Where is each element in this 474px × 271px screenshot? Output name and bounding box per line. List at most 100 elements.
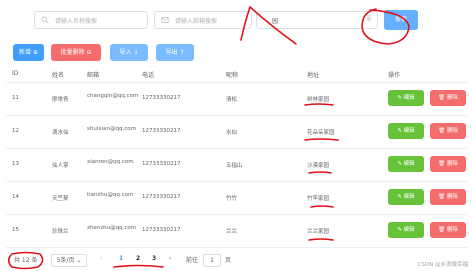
- chevron-down-icon: ⌄: [76, 257, 82, 264]
- message-icon: [161, 17, 169, 23]
- edit-button[interactable]: ✎ 编辑: [388, 189, 424, 205]
- table-row: 14 天竺葵 tianzhu@qq.com 12733330217 竹竹 竹竿家园 ✎ 编辑…: [6, 182, 468, 215]
- table-header: ID 姓名 邮箱 电话 昵称 地址 操作: [6, 66, 468, 83]
- search-icon: [41, 16, 49, 24]
- cell-id: 11: [12, 95, 19, 101]
- name-search-placeholder: 请输入名称搜索: [55, 18, 98, 25]
- toolbar: 新增 ⊕ 批量删除 ⊖ 导入 ↓ 导出 ↑: [0, 44, 474, 62]
- page-number-1[interactable]: 1: [119, 255, 123, 262]
- header-id: ID: [12, 70, 19, 77]
- delete-button[interactable]: 🗑 删除: [430, 222, 466, 238]
- batch-delete-button[interactable]: 批量删除 ⊖: [51, 44, 101, 61]
- export-label: 导出: [165, 49, 178, 56]
- minus-circle-icon: ⊖: [86, 49, 92, 56]
- trash-icon: 🗑: [438, 227, 446, 233]
- trash-icon: 🗑: [438, 194, 446, 200]
- cell-address: 竹竿家园: [307, 196, 330, 202]
- edit-button[interactable]: ✎ 编辑: [388, 156, 424, 172]
- table-body: 11 廖常青 changqin@qq.com 12733330217 清松 树林家园 ✎ 编…: [6, 83, 468, 248]
- export-button[interactable]: 导出 ↑: [156, 44, 194, 61]
- delete-label: 删除: [446, 128, 458, 134]
- page-number-3[interactable]: 3: [152, 255, 156, 262]
- edit-label: 编辑: [403, 161, 415, 167]
- cell-nickname: 兰兰: [226, 229, 238, 235]
- page-size-select[interactable]: 5条/页 ⌄: [51, 254, 87, 267]
- edit-label: 编辑: [403, 95, 415, 101]
- cell-phone: 12733330217: [142, 128, 181, 134]
- header-phone: 电话: [142, 72, 155, 79]
- header-email: 邮箱: [87, 72, 100, 79]
- table-row: 15 珍珠兰 zhenzhu@qq.com 12733330217 兰兰 兰兰家园 ✎ 编辑…: [6, 215, 468, 248]
- cell-nickname: 清松: [226, 97, 238, 103]
- delete-label: 删除: [446, 227, 458, 233]
- edit-button[interactable]: ✎ 编辑: [388, 90, 424, 106]
- cell-email: zhenzhu@qq.com: [87, 225, 137, 231]
- table-row: 11 廖常青 changqin@qq.com 12733330217 清松 树林家园 ✎ 编…: [6, 83, 468, 116]
- add-button[interactable]: 新增 ⊕: [13, 44, 44, 61]
- goto-page-input[interactable]: 1: [203, 254, 221, 267]
- edit-icon: ✎: [397, 128, 402, 134]
- email-search-placeholder: 请输入邮箱搜索: [175, 18, 218, 25]
- prev-page-button[interactable]: ‹: [100, 255, 102, 262]
- cell-address: 花朵朵家园: [307, 130, 335, 136]
- page-size-value: 5条/页: [56, 257, 75, 264]
- address-search-input[interactable]: 园 ⊗: [256, 11, 378, 29]
- cell-name: 廖常青: [52, 97, 69, 103]
- trash-icon: 🗑: [438, 128, 446, 134]
- edit-label: 编辑: [403, 194, 415, 200]
- batch-delete-label: 批量删除: [60, 49, 85, 56]
- delete-label: 删除: [446, 95, 458, 101]
- cell-email: tianzhu@qq.com: [87, 192, 134, 198]
- cell-name: 滴水仙: [52, 130, 69, 136]
- delete-button[interactable]: 🗑 删除: [430, 123, 466, 139]
- cell-nickname: 五指山: [226, 163, 243, 169]
- arrow-up-icon: ↑: [179, 49, 185, 56]
- cell-address: 树林家园: [307, 97, 330, 103]
- trash-icon: 🗑: [438, 95, 446, 101]
- delete-button[interactable]: 🗑 删除: [430, 189, 466, 205]
- cell-phone: 12733330217: [142, 161, 181, 167]
- edit-icon: ✎: [397, 161, 402, 167]
- cell-email: xianren@qq.com: [87, 159, 134, 165]
- header-actions: 操作: [388, 72, 401, 79]
- cell-phone: 12733330217: [142, 227, 181, 233]
- edit-icon: ✎: [397, 95, 402, 101]
- arrow-down-icon: ↓: [133, 49, 139, 56]
- cell-id: 13: [12, 161, 19, 167]
- name-search-input[interactable]: 请输入名称搜索: [34, 11, 148, 29]
- clear-icon[interactable]: ⊗: [366, 15, 372, 23]
- trash-icon: 🗑: [438, 161, 446, 167]
- edit-label: 编辑: [403, 227, 415, 233]
- search-bar: 请输入名称搜索 请输入邮箱搜索 园 ⊗ 搜索: [20, 9, 460, 31]
- plus-circle-icon: ⊕: [32, 49, 38, 56]
- edit-button[interactable]: ✎ 编辑: [388, 222, 424, 238]
- import-label: 导入: [119, 49, 132, 56]
- goto-label: 前往: [186, 257, 199, 264]
- delete-label: 删除: [446, 194, 458, 200]
- cell-id: 15: [12, 227, 19, 233]
- goto-page-value: 1: [210, 257, 214, 264]
- user-table: ID 姓名 邮箱 电话 昵称 地址 操作 11 廖常青 changqin@qq.co…: [6, 66, 468, 248]
- table-row: 12 滴水仙 shuixian@qq.com 12733330217 水仙 花朵朵家园 ✎ …: [6, 116, 468, 149]
- delete-button[interactable]: 🗑 删除: [430, 90, 466, 106]
- search-button[interactable]: 搜索: [384, 10, 418, 30]
- header-name: 姓名: [52, 72, 65, 79]
- total-count: 共 12 条: [14, 257, 38, 264]
- page-number-2[interactable]: 2: [136, 255, 140, 262]
- edit-button[interactable]: ✎ 编辑: [388, 123, 424, 139]
- cell-nickname: 竹竹: [226, 196, 238, 202]
- email-search-input[interactable]: 请输入邮箱搜索: [154, 11, 252, 29]
- edit-icon: ✎: [397, 227, 402, 233]
- cell-address: 兰兰家园: [307, 229, 330, 235]
- add-button-label: 新增: [19, 49, 32, 56]
- cell-name: 仙人掌: [52, 163, 69, 169]
- table-row: 13 仙人掌 xianren@qq.com 12733330217 五指山 沙漠家园 ✎ 编…: [6, 149, 468, 182]
- cell-phone: 12733330217: [142, 95, 181, 101]
- watermark: CSDN @乡浪微幸福: [417, 262, 468, 268]
- header-address: 地址: [307, 72, 320, 79]
- import-button[interactable]: 导入 ↓: [110, 44, 148, 61]
- delete-button[interactable]: 🗑 删除: [430, 156, 466, 172]
- cell-email: shuixian@qq.com: [87, 126, 136, 132]
- next-page-button[interactable]: ›: [169, 255, 171, 262]
- cell-name: 天竺葵: [52, 196, 69, 202]
